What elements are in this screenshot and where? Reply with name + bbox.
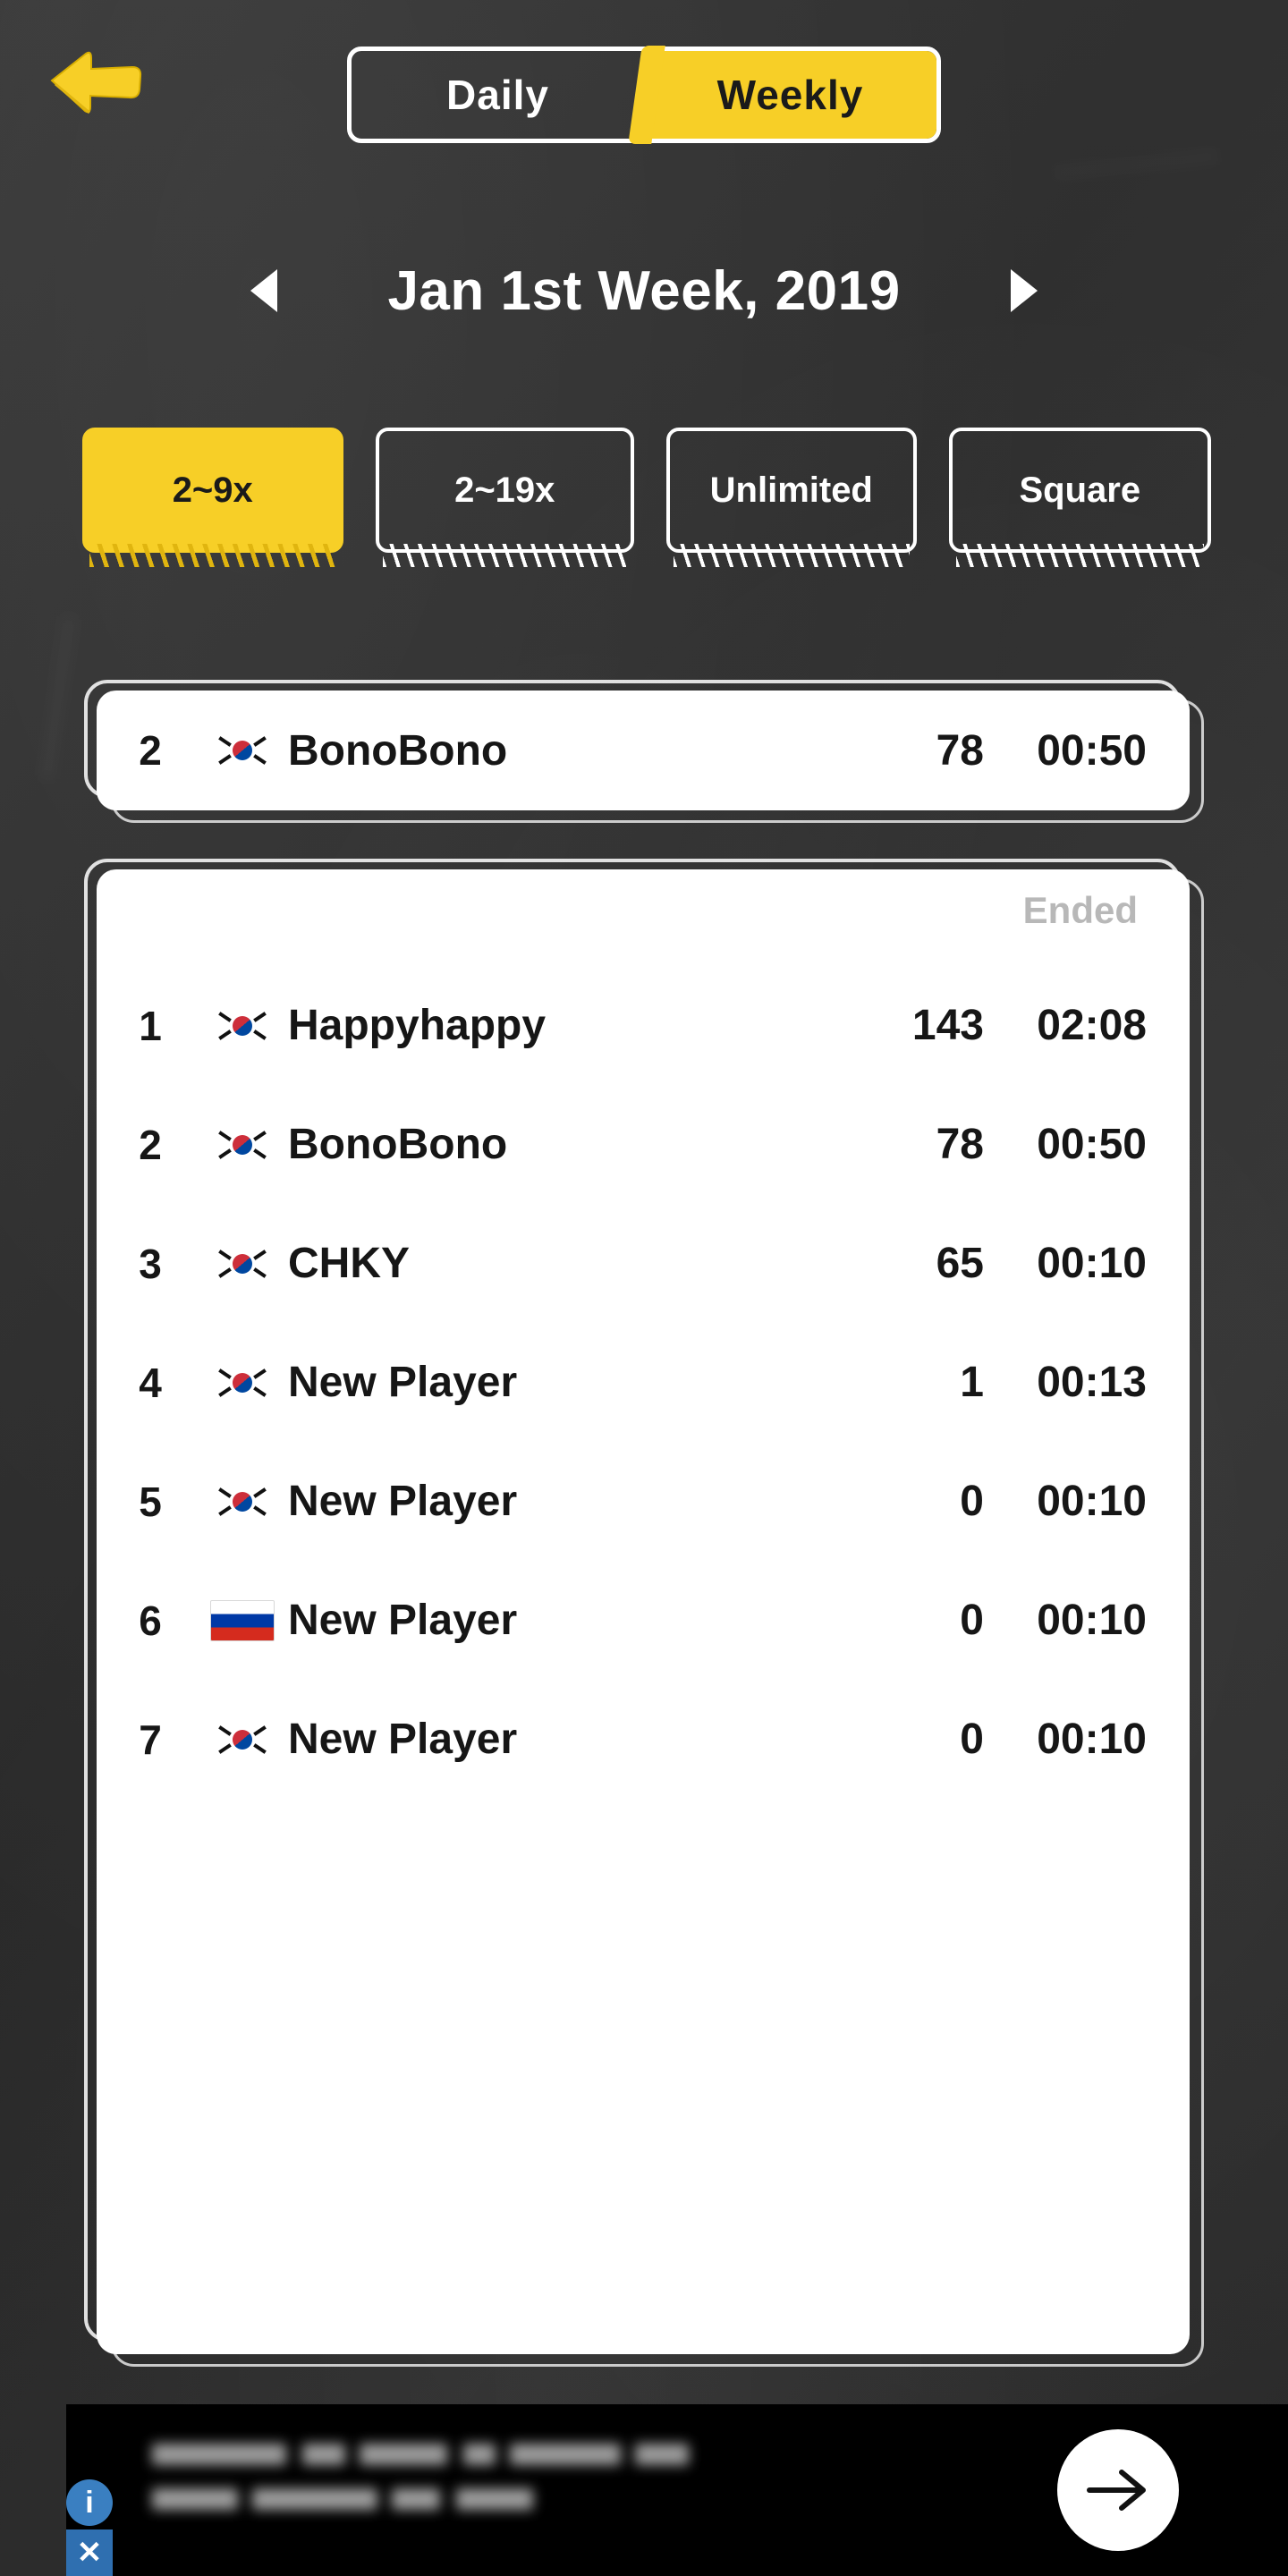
tab-daily-label: Daily [446,72,549,118]
filter-chip-unlimited-label: Unlimited [709,470,873,510]
row-name: New Player [288,1597,518,1644]
row-score: 0 [960,1478,984,1525]
row-rank: 6 [139,1597,162,1644]
flag-kr-icon [215,1482,270,1521]
table-row[interactable]: 6 New Player 0 00:10 [97,1561,1190,1680]
flag-kr-icon [215,1244,270,1283]
table-row[interactable]: 2 BonoBono 78 00:50 [97,1085,1190,1204]
flag-kr-icon [215,1006,270,1045]
row-score: 78 [936,1121,984,1168]
row-rank: 4 [139,1359,162,1406]
flag-kr-icon [215,1720,270,1758]
table-row[interactable]: 1 Happyhappy 143 02:08 [97,966,1190,1085]
flag-ru-icon [210,1599,275,1641]
row-flag [204,1363,281,1402]
row-score: 0 [960,1597,984,1644]
row-score: 1 [960,1359,984,1406]
row-flag [204,1599,281,1641]
my-rank-card: 2 BonoBono 78 00:50 [84,680,1204,823]
row-time: 00:13 [1037,1359,1147,1406]
row-flag [204,1720,281,1758]
filter-chip-2-9x-label: 2~9x [172,470,253,510]
mode-filter-group: 2~9x 2~19x Unlimited Square [82,428,1211,567]
row-rank: 2 [139,1121,162,1168]
row-time: 00:50 [1037,1121,1147,1168]
my-rank-name: BonoBono [288,726,508,775]
filter-chip-square[interactable]: Square [948,428,1211,567]
filter-chip-square-label: Square [1019,470,1141,510]
row-flag [204,1244,281,1283]
table-row[interactable]: 3 CHKY 65 00:10 [97,1204,1190,1323]
status-badge: Ended [1022,889,1138,931]
previous-week-button[interactable] [250,269,277,312]
flag-kr-icon [215,732,270,769]
board-texture-streak [43,617,74,778]
row-name: New Player [288,1359,518,1406]
row-rank: 7 [139,1716,162,1763]
ad-banner[interactable]: i ✕ [66,2404,1288,2576]
row-name: BonoBono [288,1121,508,1168]
row-rank: 5 [139,1478,162,1525]
my-rank-time: 00:50 [1037,726,1147,775]
chip-hatch-decoration [382,544,627,567]
my-rank-flag [204,732,281,769]
ad-info-icon[interactable]: i [66,2479,113,2526]
row-rank: 1 [139,1002,162,1049]
row-score: 143 [911,1002,984,1049]
row-name: New Player [288,1716,518,1763]
ad-creative-blurred [152,2438,742,2537]
tab-weekly[interactable]: Weekly [644,51,936,139]
row-score: 0 [960,1716,984,1763]
leaderboard-card: Ended 1 Happyhappy 143 02:08 2 BonoBono … [84,859,1204,2367]
table-row[interactable]: 4 New Player 1 00:13 [97,1323,1190,1442]
row-time: 00:10 [1037,1597,1147,1644]
filter-chip-2-9x[interactable]: 2~9x [82,428,343,567]
row-time: 00:10 [1037,1240,1147,1287]
period-title: Jan 1st Week, 2019 [387,259,901,322]
chip-hatch-decoration [674,544,910,567]
my-rank-position: 2 [139,727,162,774]
ad-cta-button[interactable] [1057,2429,1179,2551]
back-button[interactable] [47,43,145,123]
next-week-button[interactable] [1011,269,1038,312]
back-arrow-icon [50,51,142,114]
row-time: 00:10 [1037,1716,1147,1763]
row-flag [204,1006,281,1045]
row-flag [204,1125,281,1164]
row-name: Happyhappy [288,1002,547,1049]
row-name: CHKY [288,1240,411,1287]
filter-chip-2-19x-label: 2~19x [454,470,555,510]
row-rank: 3 [139,1240,162,1287]
table-row[interactable]: 5 New Player 0 00:10 [97,1442,1190,1561]
flag-kr-icon [215,1363,270,1402]
chip-hatch-decoration [89,544,336,567]
filter-chip-unlimited[interactable]: Unlimited [666,428,917,567]
row-time: 02:08 [1037,1002,1147,1049]
flag-kr-icon [215,1125,270,1164]
ad-close-icon[interactable]: ✕ [66,2529,113,2576]
my-rank-row: 2 BonoBono 78 00:50 [97,691,1190,810]
ad-badges: i ✕ [66,2479,116,2576]
period-mode-toggle[interactable]: Daily Weekly [347,47,941,143]
tab-weekly-label: Weekly [716,72,864,118]
period-navigation: Jan 1st Week, 2019 [0,246,1288,335]
tab-daily[interactable]: Daily [352,51,644,139]
filter-chip-2-19x[interactable]: 2~19x [375,428,634,567]
row-name: New Player [288,1478,518,1525]
table-row[interactable]: 7 New Player 0 00:10 [97,1680,1190,1799]
chip-hatch-decoration [955,544,1204,567]
board-texture-streak [1055,153,1216,177]
row-time: 00:10 [1037,1478,1147,1525]
row-flag [204,1482,281,1521]
arrow-right-icon [1087,2470,1146,2511]
my-rank-score: 78 [936,726,984,775]
row-score: 65 [936,1240,984,1287]
